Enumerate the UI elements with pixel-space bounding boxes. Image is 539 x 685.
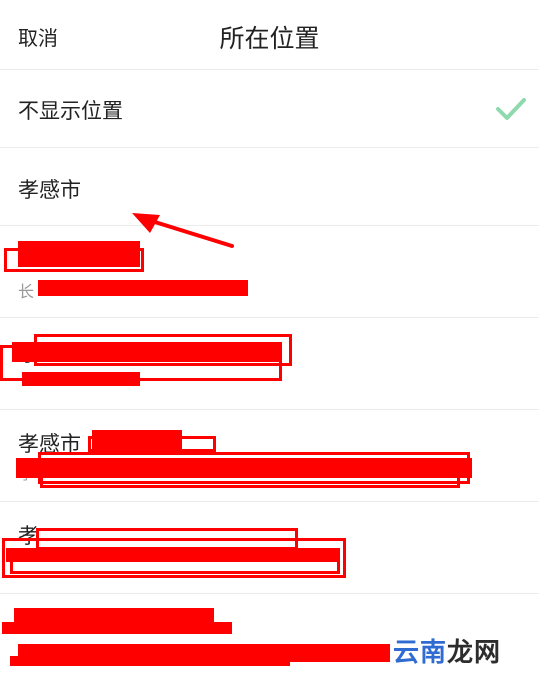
checkmark-icon <box>496 98 526 120</box>
watermark-logo: 云南龙网 <box>393 632 501 669</box>
list-item-city[interactable]: 孝感市 <box>0 148 539 226</box>
redaction-mark <box>10 656 290 666</box>
redaction-mark <box>4 248 144 272</box>
header-bar: 取消 所在位置 <box>0 0 539 70</box>
list-item-label: 孝感市 <box>18 178 81 202</box>
redaction-mark <box>10 556 340 574</box>
location-picker-screen: 取消 所在位置 不显示位置 孝感市 长 孝 孝感市 孝 孝 <box>0 0 539 685</box>
redaction-mark <box>38 280 248 296</box>
list-item-address: 长 <box>18 282 35 301</box>
list-item-poi[interactable]: 长 <box>0 226 539 318</box>
list-item-label: 不显示位置 <box>18 99 123 123</box>
redaction-mark <box>40 470 460 488</box>
watermark-text: 云南龙网 <box>392 638 501 668</box>
redaction-mark <box>88 436 216 452</box>
redaction-mark <box>2 622 232 634</box>
list-item-hide-location[interactable]: 不显示位置 <box>0 70 539 148</box>
page-title: 所在位置 <box>219 24 320 53</box>
redaction-mark <box>22 372 140 386</box>
